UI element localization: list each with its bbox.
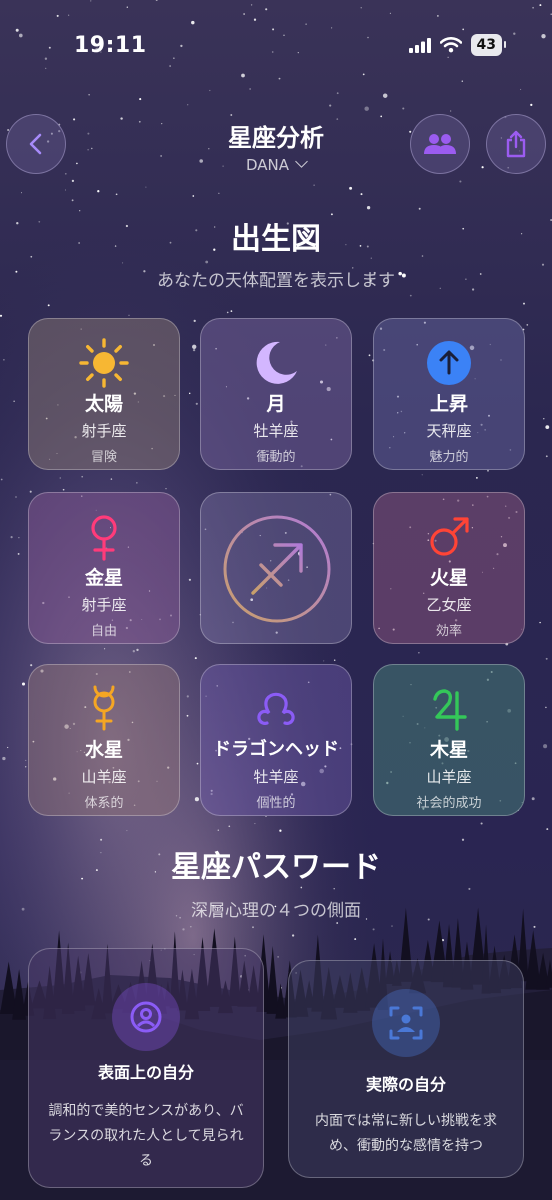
planet-name: 太陽 xyxy=(84,393,123,415)
persona-card-actual-self[interactable]: 実際の自分 内面では常に新しい挑戦を求め、衝動的な感情を持つ xyxy=(288,960,524,1178)
persona-card-surface-self[interactable]: 表面上の自分 調和的で美的センスがあり、バランスの取れた人として見られる xyxy=(28,948,264,1188)
password-section-subtitle: 深層心理の４つの側面 xyxy=(191,901,361,921)
planet-sign: 乙女座 xyxy=(426,596,472,614)
planet-sign: 牡羊座 xyxy=(253,422,299,440)
planet-card-ascendant[interactable]: 上昇 天秤座 魅力的 xyxy=(373,318,525,470)
planet-sign: 射手座 xyxy=(81,596,127,614)
share-button[interactable] xyxy=(486,114,546,174)
cellular-signal-icon xyxy=(408,37,431,53)
sun-icon xyxy=(79,338,129,388)
mercury-icon xyxy=(93,685,115,731)
planet-trait: 魅力的 xyxy=(429,450,469,465)
planet-name: 水星 xyxy=(84,739,123,761)
persona-description: 調和的で美的センスがあり、バランスの取れた人として見られる xyxy=(48,1103,244,1169)
status-time: 19:11 xyxy=(74,33,147,58)
planet-sign: 射手座 xyxy=(81,422,127,440)
planet-trait: 衝動的 xyxy=(256,450,296,465)
compatibility-button[interactable] xyxy=(410,114,470,174)
sagittarius-icon xyxy=(223,515,331,623)
password-section-title: 星座パスワード xyxy=(171,850,381,885)
arrow-up-icon xyxy=(427,341,471,385)
planet-name: 木星 xyxy=(429,739,468,761)
planet-name: 上昇 xyxy=(429,393,468,415)
planet-trait: 冒険 xyxy=(90,450,117,465)
persona-icon-bg xyxy=(112,983,180,1051)
planet-trait: 効率 xyxy=(435,624,462,639)
persona-icon-bg xyxy=(372,989,440,1057)
planet-card-venus[interactable]: 金星 射手座 自由 xyxy=(28,492,180,644)
planet-name: 月 xyxy=(266,393,286,415)
profile-name: DANA xyxy=(245,156,290,174)
birth-chart-subtitle: あなたの天体配置を表示します xyxy=(157,271,395,291)
dragon-head-icon xyxy=(257,692,295,725)
person-scan-icon xyxy=(389,1006,423,1040)
venus-icon xyxy=(91,515,117,561)
chevron-down-icon xyxy=(295,155,308,168)
planet-sign: 山羊座 xyxy=(81,768,127,786)
planet-trait: 自由 xyxy=(90,624,117,639)
planet-sign: 天秤座 xyxy=(426,422,472,440)
planet-sign: 山羊座 xyxy=(426,768,472,786)
planet-name: 火星 xyxy=(429,567,468,589)
planet-card-mercury[interactable]: 水星 山羊座 体系的 xyxy=(28,664,180,816)
person-circle-icon xyxy=(130,1001,162,1033)
wifi-icon xyxy=(439,37,462,53)
persona-title: 表面上の自分 xyxy=(97,1063,194,1082)
planet-sign: 牡羊座 xyxy=(253,768,299,786)
jupiter-icon xyxy=(433,689,467,731)
persona-title: 実際の自分 xyxy=(365,1075,446,1094)
birth-chart-title: 出生図 xyxy=(231,222,321,257)
battery-indicator: 43 xyxy=(470,34,507,56)
zodiac-sign-card[interactable] xyxy=(200,492,352,644)
persona-description: 内面では常に新しい挑戦を求め、衝動的な感情を持つ xyxy=(315,1113,497,1154)
planet-trait: 体系的 xyxy=(84,796,124,811)
moon-icon xyxy=(256,341,297,384)
planet-card-moon[interactable]: 月 牡羊座 衝動的 xyxy=(200,318,352,470)
status-indicators: 43 xyxy=(408,34,507,56)
planet-card-mars[interactable]: 火星 乙女座 効率 xyxy=(373,492,525,644)
mars-icon xyxy=(430,517,469,556)
planet-trait: 社会的成功 xyxy=(416,796,482,811)
planet-card-sun[interactable]: 太陽 射手座 冒険 xyxy=(28,318,180,470)
profile-selector[interactable]: DANA xyxy=(0,155,552,174)
planet-card-north-node[interactable]: ドラゴンヘッド 牡羊座 個性的 xyxy=(200,664,352,816)
planet-name: 金星 xyxy=(84,567,123,589)
planet-name: ドラゴンヘッド xyxy=(213,739,339,760)
planet-trait: 個性的 xyxy=(256,796,296,811)
share-icon xyxy=(506,130,526,158)
planet-card-jupiter[interactable]: 木星 山羊座 社会的成功 xyxy=(373,664,525,816)
people-icon xyxy=(424,134,456,154)
